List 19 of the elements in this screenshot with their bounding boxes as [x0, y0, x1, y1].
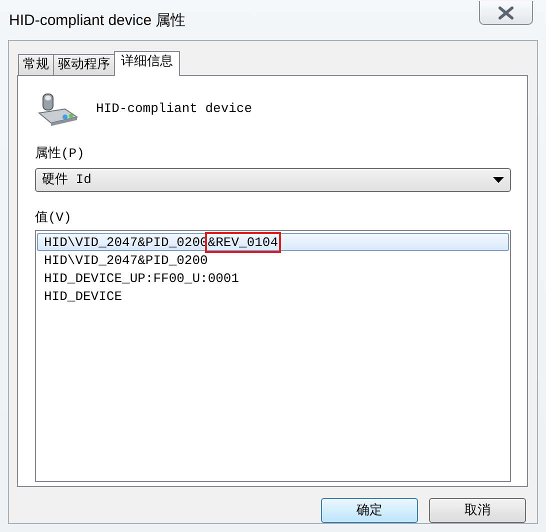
close-icon [497, 6, 515, 20]
device-icon [35, 91, 79, 127]
tab[interactable]: 常规 [18, 54, 54, 75]
device-name: HID-compliant device [96, 100, 252, 118]
value-label: 值(V) [35, 210, 72, 224]
value-list[interactable]: HID\VID_2047&PID_0200&REV_0104 HID\VID_2047&PID_0200 HID_DEVICE_UP:FF00_U:0001 HID_DEVICE [35, 230, 511, 482]
window-title: HID-compliant device 属性 [9, 11, 186, 31]
tab[interactable]: 详细信息 [114, 51, 180, 76]
tab[interactable]: 驱动程序 [53, 54, 115, 75]
property-label: 属性(P) [35, 146, 84, 161]
close-button[interactable] [479, 1, 533, 25]
caret-icon [493, 176, 504, 182]
dialog-button[interactable]: 确定 [321, 498, 418, 523]
list-item[interactable]: HID\VID_2047&PID_0200&REV_0104 [37, 233, 509, 251]
list-item[interactable]: HID_DEVICE [37, 287, 509, 305]
list-item[interactable]: HID_DEVICE_UP:FF00_U:0001 [37, 269, 509, 287]
dialog-button[interactable]: 取消 [429, 498, 526, 523]
property-dropdown[interactable]: 硬件 Id [35, 168, 511, 192]
list-item[interactable]: HID\VID_2047&PID_0200 [37, 251, 509, 269]
